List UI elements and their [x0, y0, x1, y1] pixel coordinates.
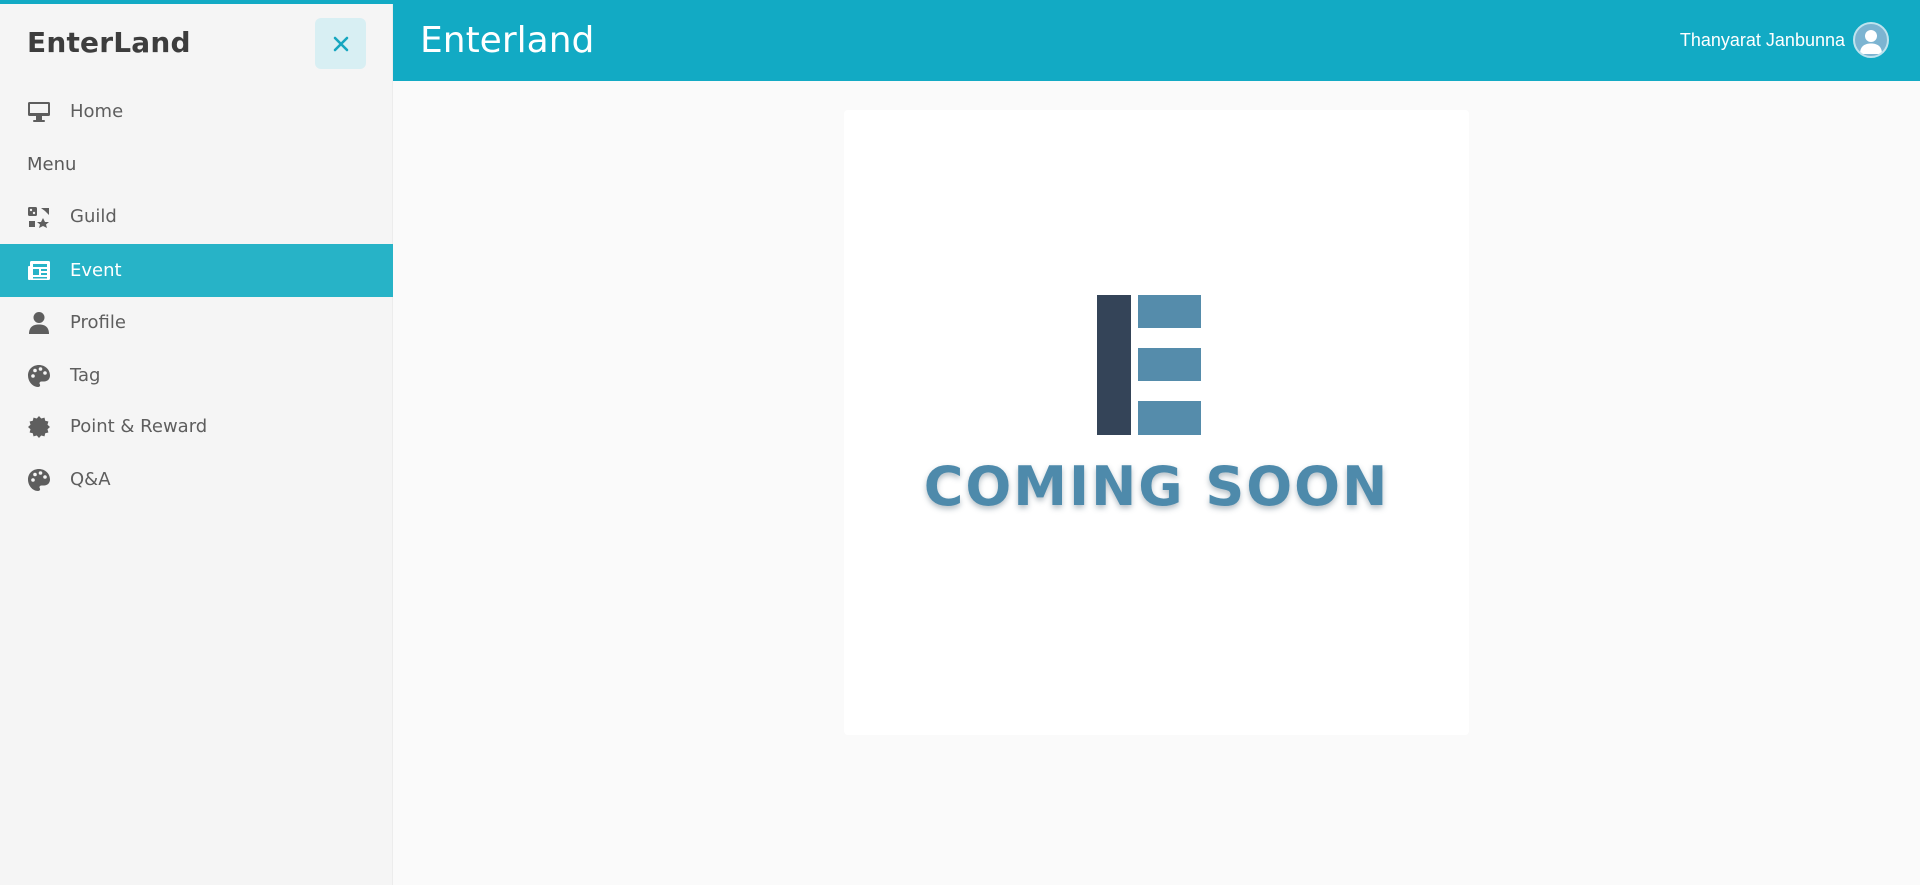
sidebar-item-qa[interactable]: Q&A	[0, 453, 393, 506]
enterland-logo	[1097, 295, 1201, 435]
sidebar-item-label: Tag	[70, 365, 101, 386]
palette-icon	[27, 364, 51, 388]
sidebar-item-home[interactable]: Home	[0, 85, 393, 138]
coming-soon-text: COMING SOON	[923, 455, 1390, 518]
close-sidebar-button[interactable]	[315, 18, 366, 69]
sidebar-item-tag[interactable]: Tag	[0, 349, 393, 402]
sidebar-brand: EnterLand	[27, 26, 191, 59]
palette-icon	[27, 468, 51, 492]
user-icon	[27, 311, 51, 335]
sidebar-item-label: Guild	[70, 206, 117, 227]
menu-heading: Menu	[27, 154, 77, 175]
newspaper-icon	[27, 259, 51, 283]
close-icon	[333, 36, 348, 51]
top-header: Enterland Thanyarat Janbunna	[393, 0, 1920, 81]
sidebar-item-event[interactable]: Event	[0, 244, 393, 297]
sidebar: EnterLand Home Menu Guild Event Profile …	[0, 0, 393, 885]
desktop-icon	[27, 100, 51, 124]
sidebar-accent-line	[0, 0, 393, 4]
avatar-icon	[1860, 30, 1882, 54]
sidebar-item-label: Event	[70, 260, 122, 281]
sidebar-item-profile[interactable]: Profile	[0, 296, 393, 349]
sidebar-item-label: Point & Reward	[70, 416, 208, 437]
badge-icon	[27, 415, 51, 439]
sidebar-item-label: Home	[70, 101, 124, 122]
guild-icon	[27, 205, 51, 229]
sidebar-item-label: Q&A	[70, 469, 111, 490]
sidebar-item-point-reward[interactable]: Point & Reward	[0, 400, 393, 453]
page-title: Enterland	[420, 20, 595, 61]
avatar[interactable]	[1853, 22, 1889, 58]
sidebar-item-label: Profile	[70, 312, 126, 333]
sidebar-item-guild[interactable]: Guild	[0, 190, 393, 243]
coming-soon-card: COMING SOON	[844, 110, 1469, 735]
user-name[interactable]: Thanyarat Janbunna	[1680, 30, 1845, 51]
